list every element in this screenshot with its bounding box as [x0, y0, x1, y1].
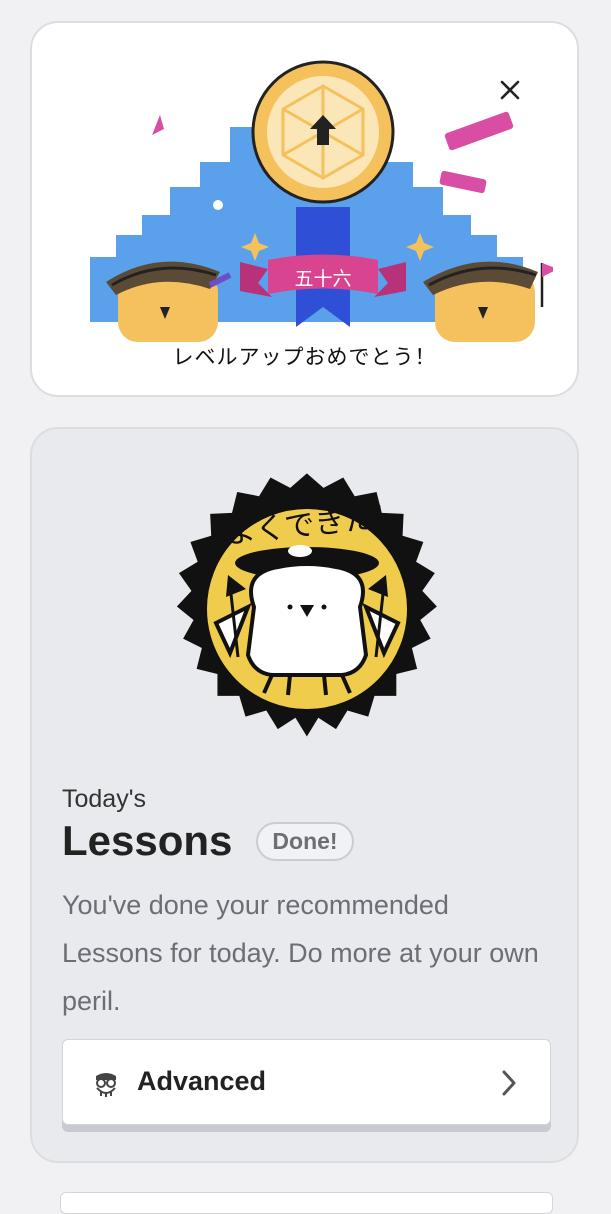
next-card-edge — [60, 1192, 553, 1214]
lessons-title: Lessons — [62, 817, 233, 864]
level-up-card: 五十六 レベルアップおめでとう！ — [30, 21, 579, 397]
advanced-button-label: Advanced — [137, 1066, 267, 1096]
lessons-eyebrow: Today's — [62, 785, 146, 813]
lessons-description: You've done your recommended Lessons for… — [62, 890, 539, 1016]
level-number: 五十六 — [294, 268, 351, 290]
lessons-title-row: Lessons Done! — [62, 817, 354, 865]
level-up-message: レベルアップおめでとう！ — [172, 345, 437, 369]
chevron-right-icon — [502, 1070, 516, 1096]
advanced-button[interactable]: Advanced — [62, 1039, 551, 1125]
lessons-card: よくできた! Today's Lessons Done! You've done… — [30, 427, 579, 1163]
crabigator-icon — [96, 1073, 116, 1097]
status-badge: Done! — [256, 821, 354, 861]
level-up-illustration: 五十六 — [90, 60, 553, 342]
well-done-badge: よくできた! — [176, 473, 437, 737]
